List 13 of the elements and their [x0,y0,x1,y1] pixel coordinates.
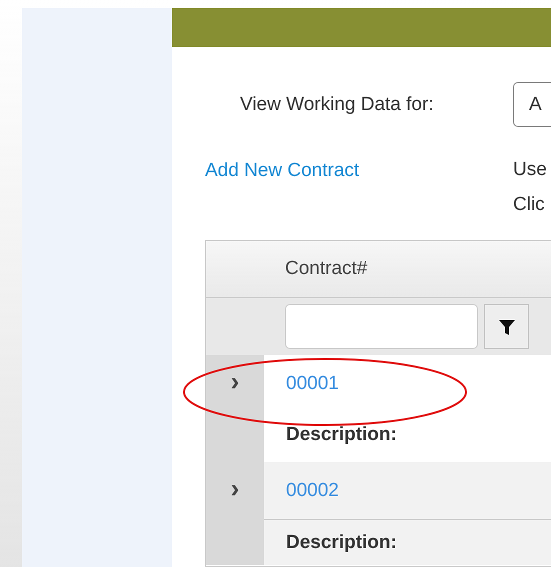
expand-chevron[interactable]: › [230,368,240,394]
filter-input[interactable] [285,304,478,349]
instruction-text: Use [513,158,547,182]
filter-button[interactable] [484,304,529,349]
data-select[interactable]: A [513,82,551,127]
instruction-text: Clic [513,193,546,217]
column-header: Contract# [285,258,368,280]
expand-chevron[interactable]: › [230,475,240,501]
filter-icon [498,318,516,336]
filter-label: View Working Data for: [240,94,435,116]
description-label: Description: [286,424,397,445]
add-contract-link[interactable]: Add New Contract [205,160,513,182]
description-label: Description: [286,532,397,553]
